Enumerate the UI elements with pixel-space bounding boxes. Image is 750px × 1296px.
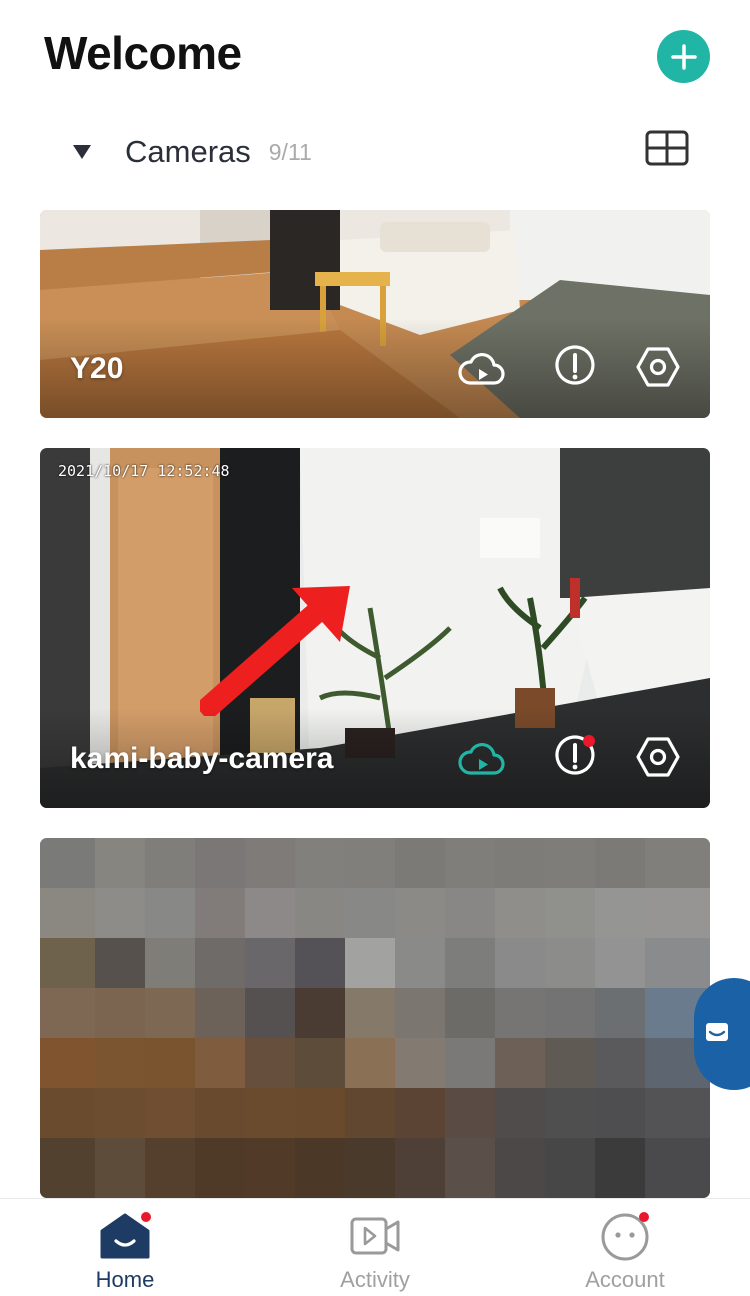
tab-home[interactable]: Home — [45, 1211, 205, 1295]
alert-icon — [555, 735, 595, 775]
plus-icon — [670, 43, 697, 70]
section-label: Cameras — [125, 134, 251, 169]
page-title: Welcome — [44, 27, 242, 79]
camera-name: Y20 — [70, 352, 124, 385]
cloud-playback-button[interactable] — [458, 345, 506, 393]
home-icon — [100, 1212, 151, 1259]
settings-hexagon-icon — [636, 347, 680, 387]
caret-down-icon[interactable] — [72, 144, 92, 160]
alerts-button[interactable] — [551, 343, 599, 391]
section-count: 9/11 — [268, 138, 312, 165]
cloud-playback-button[interactable] — [458, 735, 506, 783]
tab-label: Activity — [340, 1267, 410, 1292]
camera-settings-button[interactable] — [634, 343, 682, 391]
tab-label: Home — [95, 1267, 155, 1292]
red-arrow-annotation — [200, 586, 350, 716]
settings-hexagon-icon — [636, 737, 680, 777]
camera-card-pixelated[interactable] — [40, 838, 710, 1198]
cameras-section-header[interactable]: Cameras 9/11 — [72, 130, 692, 174]
camera-card-y20[interactable]: Y20 — [40, 210, 710, 418]
grid-view-icon[interactable] — [645, 130, 689, 166]
camera-settings-button[interactable] — [634, 733, 682, 781]
tab-label: Account — [585, 1267, 665, 1292]
cloud-play-icon — [458, 742, 505, 775]
pixelated-preview-image — [40, 838, 710, 1198]
face-icon — [601, 1212, 649, 1261]
video-timestamp: 2021/10/17 12:52:48 — [58, 462, 230, 480]
tab-account[interactable]: Account — [545, 1211, 705, 1295]
tab-activity[interactable]: Activity — [295, 1211, 455, 1295]
camera-name: kami-baby-camera — [70, 742, 334, 775]
add-device-button[interactable] — [657, 30, 710, 83]
card-gradient — [40, 318, 710, 418]
account-badge — [639, 1212, 649, 1222]
cloud-play-icon — [458, 352, 505, 385]
alert-icon — [555, 345, 595, 385]
alerts-button[interactable] — [551, 733, 599, 781]
video-icon — [350, 1217, 400, 1255]
alert-badge — [583, 735, 595, 747]
bottom-tab-bar: Home Activity Account — [0, 1198, 750, 1296]
chat-icon — [706, 1023, 728, 1041]
camera-card-kami-baby-camera[interactable]: 2021/10/17 12:52:48 kami-baby-camera — [40, 448, 710, 808]
home-badge — [141, 1212, 151, 1222]
support-chat-button[interactable] — [694, 978, 750, 1090]
